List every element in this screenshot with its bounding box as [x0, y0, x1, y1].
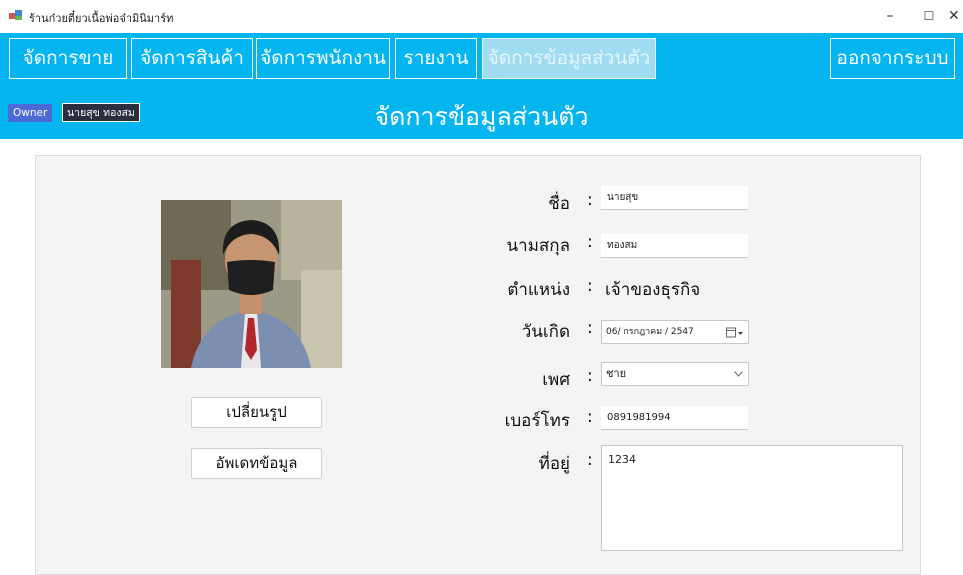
window-title: ร้านก๋วยตี๋ยวเนื้อพ่อจ๋ามินิมาร์ท [29, 12, 174, 25]
logout-button[interactable]: ออกจากระบบ [830, 38, 955, 79]
close-button[interactable]: ✕ [948, 5, 963, 27]
colon: : [587, 190, 593, 210]
main-menu: จัดการขาย จัดการสินค้า จัดการพนักงาน ราย… [0, 33, 963, 87]
first-name-field[interactable]: นายสุข [601, 186, 748, 210]
app-icon [9, 10, 22, 20]
position-label: ตำแหน่ง [507, 280, 570, 300]
window-titlebar: ร้านก๋วยตี๋ยวเนื้อพ่อจ๋ามินิมาร์ท – ☐ ✕ [0, 0, 963, 33]
phone-label: เบอร์โทร [504, 411, 570, 431]
menu-sales[interactable]: จัดการขาย [9, 38, 127, 79]
birthdate-label: วันเกิด [521, 322, 570, 342]
address-label: ที่อยู่ [538, 454, 570, 474]
colon: : [587, 366, 593, 386]
colon: : [587, 276, 593, 296]
colon: : [587, 318, 593, 338]
maximize-button[interactable]: ☐ [914, 5, 944, 27]
gender-value: ชาย [606, 367, 627, 380]
page-header: Owner นายสุข ทองสม จัดการข้อมูลส่วนตัว [0, 87, 963, 139]
gender-select[interactable]: ชาย [601, 362, 749, 386]
change-photo-button[interactable]: เปลี่ยนรูป [191, 397, 322, 428]
page-title: จัดการข้อมูลส่วนตัว [374, 102, 589, 131]
colon: : [587, 450, 593, 470]
update-info-button[interactable]: อัพเดทข้อมูล [191, 448, 322, 479]
last-name-field[interactable]: ทองสม [601, 234, 748, 258]
minimize-button[interactable]: – [875, 5, 905, 27]
first-name-label: ชื่อ [548, 194, 570, 214]
menu-employees[interactable]: จัดการพนักงาน [256, 38, 390, 79]
colon: : [587, 232, 593, 252]
birthdate-picker[interactable]: 06/ กรกฎาคม / 2547 [601, 320, 749, 344]
colon: : [587, 407, 593, 427]
calendar-dropdown-icon[interactable] [726, 327, 744, 338]
menu-reports[interactable]: รายงาน [395, 38, 477, 79]
gender-label: เพศ [542, 370, 570, 390]
menu-products[interactable]: จัดการสินค้า [131, 38, 253, 79]
menu-profile[interactable]: จัดการข้อมูลส่วนตัว [482, 38, 656, 79]
profile-photo-image [161, 200, 342, 368]
address-textarea[interactable]: 1234 [601, 445, 903, 551]
profile-photo [161, 200, 342, 368]
last-name-label: นามสกุล [506, 236, 570, 256]
phone-field[interactable]: 0891981994 [601, 406, 748, 430]
birthdate-value: 06/ กรกฎาคม / 2547 [606, 327, 694, 337]
chevron-down-icon [734, 371, 743, 377]
position-value: เจ้าของธุรกิจ [605, 280, 701, 300]
